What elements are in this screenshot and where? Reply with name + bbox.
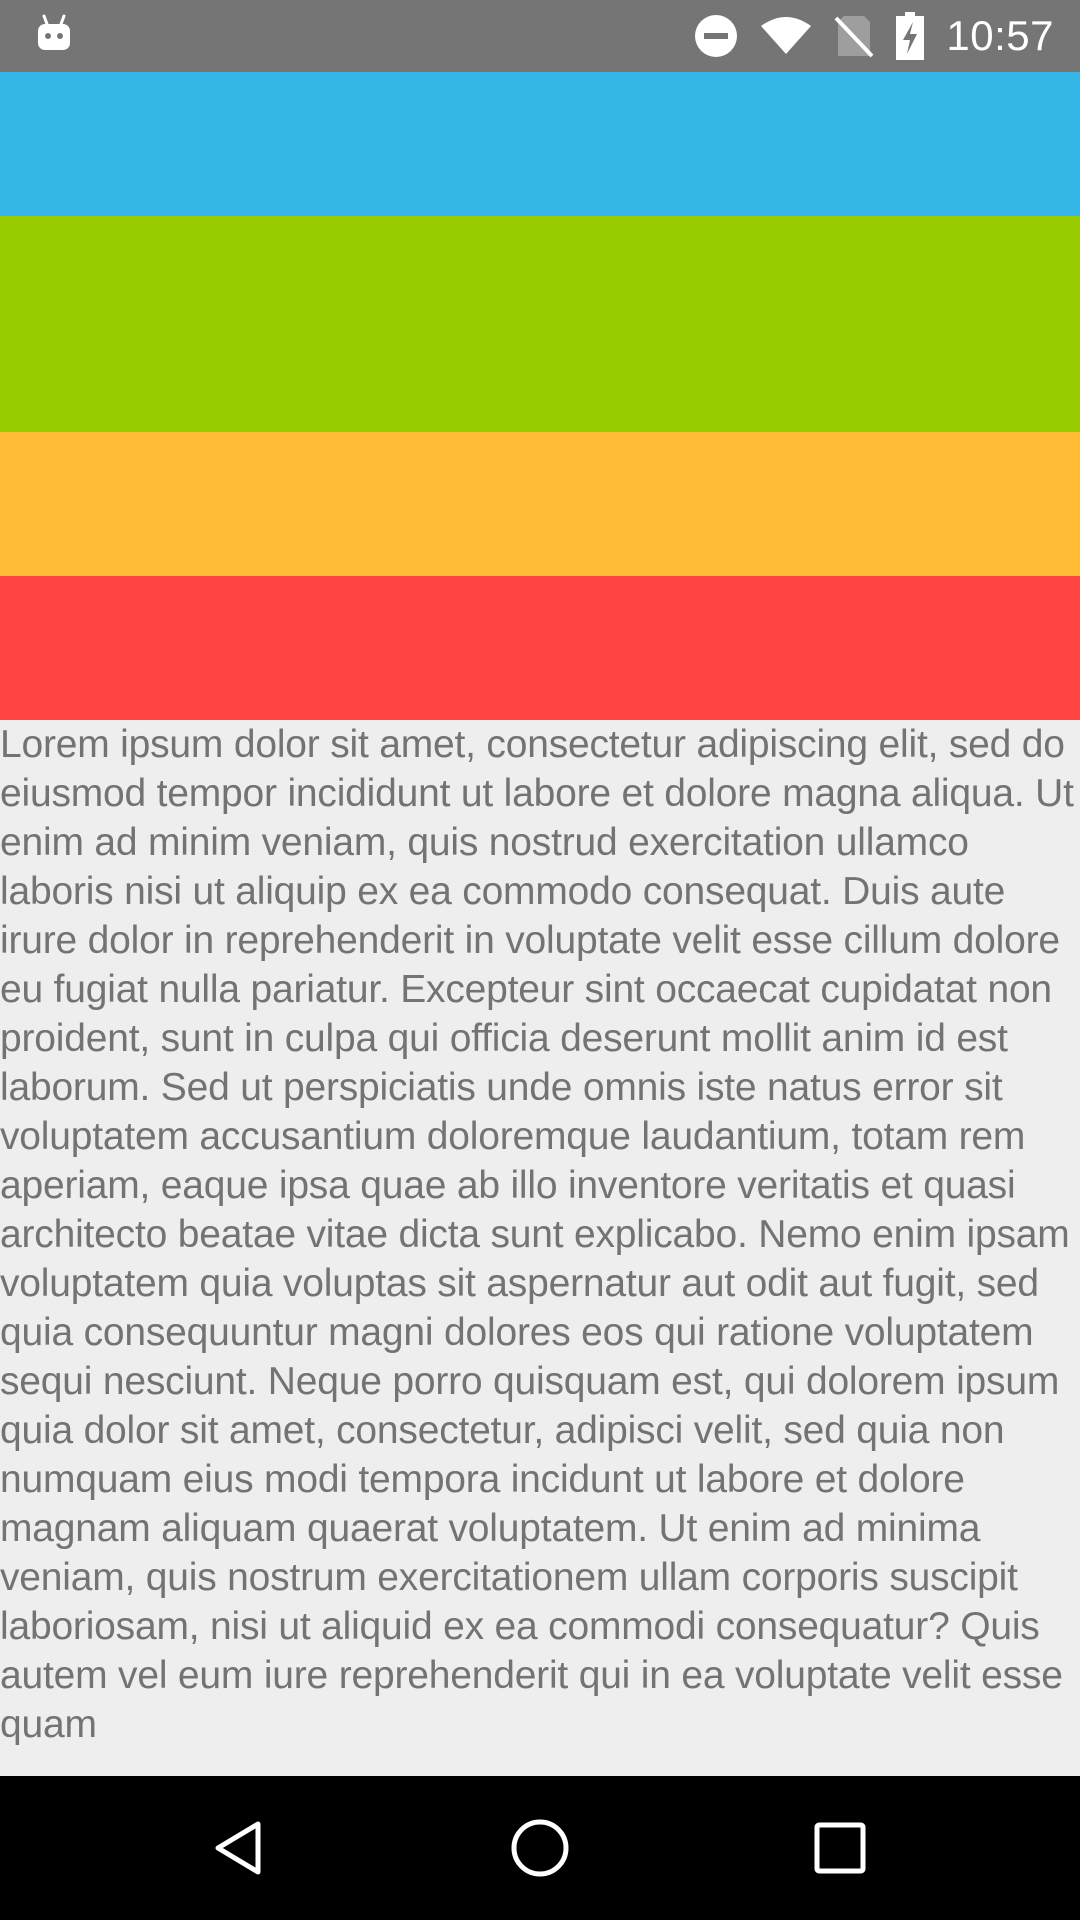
back-button[interactable]: [204, 1812, 276, 1884]
recents-button[interactable]: [804, 1812, 876, 1884]
orange-band: [0, 432, 1080, 576]
do-not-disturb-icon: [694, 14, 738, 58]
red-band: [0, 576, 1080, 720]
body-text: Lorem ipsum dolor sit amet, consectetur …: [0, 723, 1074, 1746]
green-band: [0, 216, 1080, 432]
navigation-bar: [0, 1776, 1080, 1920]
status-bar: 10:57: [0, 0, 1080, 72]
home-button[interactable]: [504, 1812, 576, 1884]
home-icon: [511, 1819, 569, 1877]
android-robot-icon: [36, 14, 72, 54]
status-icons: 10:57: [694, 0, 1054, 72]
wifi-icon: [760, 16, 812, 56]
scroll-content[interactable]: Lorem ipsum dolor sit amet, consectetur …: [0, 72, 1080, 1776]
app-screen: 10:57 Lorem ipsum dolor sit amet, consec…: [0, 0, 1080, 1920]
blue-band: [0, 72, 1080, 216]
recents-icon: [814, 1822, 866, 1874]
back-icon: [215, 1821, 261, 1875]
battery-charging-icon: [896, 12, 925, 60]
no-sim-icon: [834, 14, 874, 58]
status-clock: 10:57: [946, 12, 1054, 59]
